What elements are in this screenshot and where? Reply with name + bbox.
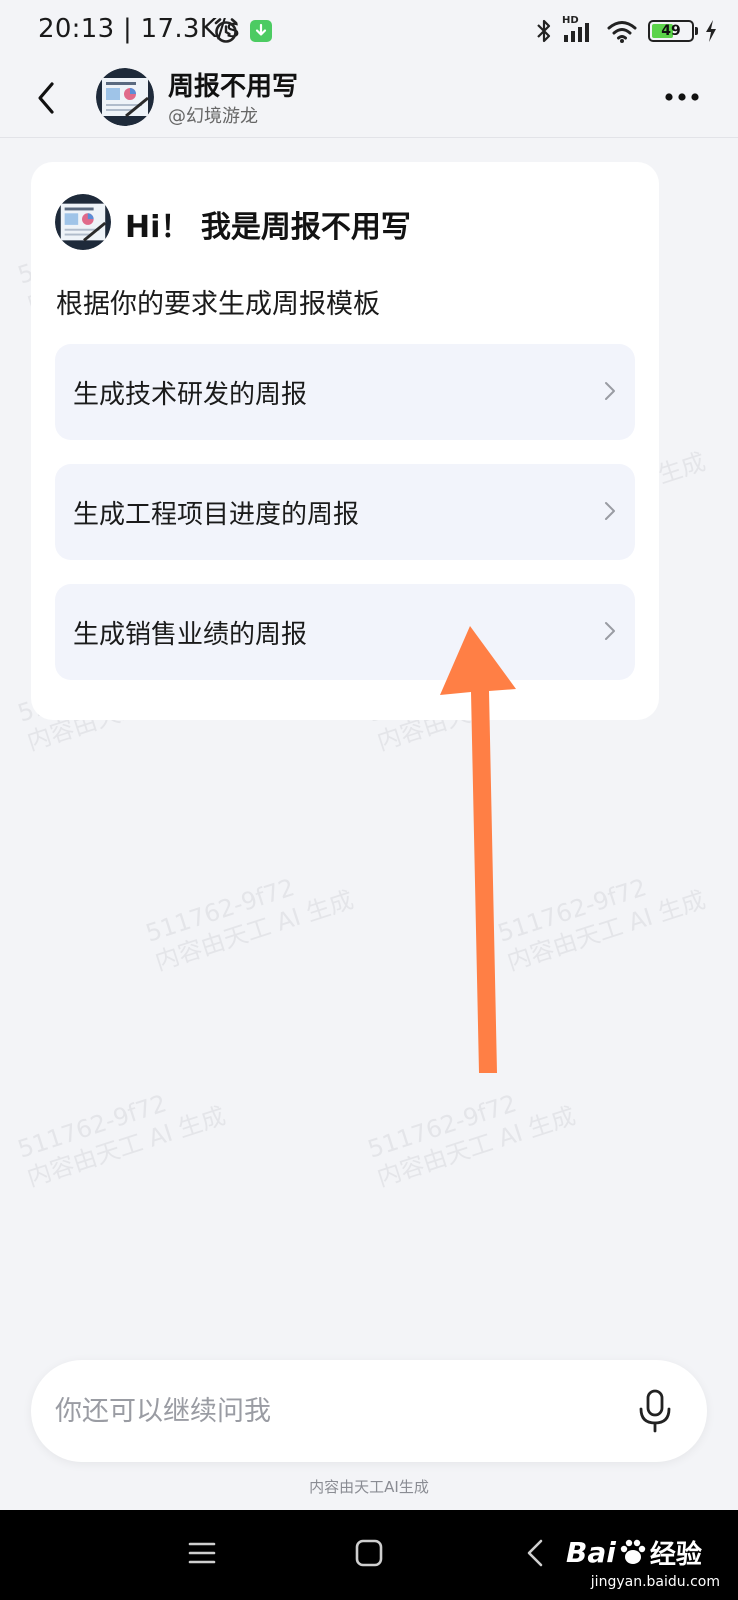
option-label: 生成工程项目进度的周报 — [73, 500, 360, 530]
chevron-right-icon — [605, 502, 615, 520]
app-header: 周报不用写 @幻境游龙 — [0, 62, 738, 138]
home-button[interactable] — [354, 1538, 384, 1568]
watermark: 511762-9f72内容由天工 AI 生成 — [364, 1089, 579, 1193]
alarm-icon — [214, 18, 238, 43]
status-indicators: HD 49 — [536, 15, 718, 46]
download-notification-icon — [250, 20, 272, 42]
signal-icon — [564, 23, 589, 42]
cellular-signal: HD — [562, 15, 596, 45]
status-bar: 20:13 | 17.3K/s HD 49 — [0, 0, 738, 62]
battery-level: 49 — [661, 23, 681, 39]
more-options-button[interactable] — [662, 82, 702, 112]
report-avatar-icon — [96, 68, 154, 126]
baidu-jingyan-logo: Bai 经验 — [566, 1535, 702, 1570]
intro-text: 根据你的要求生成周报模板 — [56, 289, 380, 320]
watermark: 511762-9f72内容由天工 AI 生成 — [142, 873, 357, 977]
recent-apps-button[interactable] — [188, 1538, 216, 1568]
baidu-url: jingyan.baidu.com — [590, 1574, 720, 1590]
chat-input[interactable] — [55, 1382, 595, 1440]
greeting-heading: Hi！ 我是周报不用写 — [125, 210, 411, 245]
microphone-icon[interactable] — [633, 1387, 677, 1435]
report-avatar-icon — [55, 194, 111, 250]
wifi-icon — [607, 21, 637, 43]
chevron-right-icon — [605, 382, 615, 400]
option-sales-report[interactable]: 生成销售业绩的周报 — [55, 584, 635, 680]
bluetooth-icon — [537, 19, 551, 43]
battery-indicator: 49 — [648, 20, 698, 42]
author-handle: @幻境游龙 — [168, 106, 258, 127]
welcome-card: Hi！ 我是周报不用写 根据你的要求生成周报模板 生成技术研发的周报 生成工程项… — [31, 162, 659, 720]
charging-icon — [706, 20, 716, 42]
option-label: 生成销售业绩的周报 — [73, 620, 308, 650]
status-time-and-speed: 20:13 | 17.3K/s — [38, 14, 241, 44]
option-tech-rd-report[interactable]: 生成技术研发的周报 — [55, 344, 635, 440]
ai-disclaimer: 内容由天工AI生成 — [309, 1478, 429, 1496]
back-nav-button[interactable] — [524, 1536, 546, 1570]
page-title: 周报不用写 — [168, 72, 299, 102]
system-nav-bar: Bai 经验 jingyan.baidu.com — [0, 1510, 738, 1600]
bot-avatar — [55, 194, 111, 250]
chat-input-bar — [31, 1360, 707, 1462]
baidu-paw-icon — [620, 1539, 646, 1564]
option-project-progress-report[interactable]: 生成工程项目进度的周报 — [55, 464, 635, 560]
watermark: 511762-9f72内容由天工 AI 生成 — [14, 1089, 229, 1193]
avatar[interactable] — [96, 68, 154, 126]
chevron-right-icon — [605, 622, 615, 640]
watermark: 511762-9f72内容由天工 AI 生成 — [494, 873, 709, 977]
option-label: 生成技术研发的周报 — [73, 380, 308, 410]
back-button[interactable] — [28, 74, 68, 122]
